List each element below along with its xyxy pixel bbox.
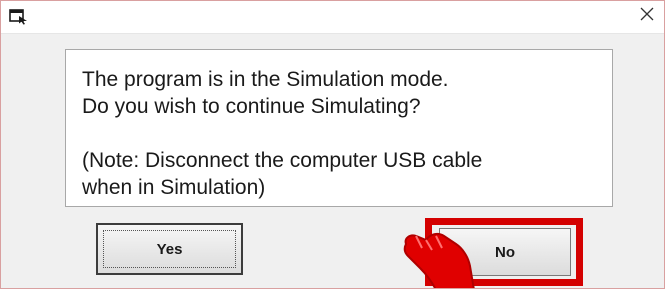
title-bar [1,1,664,34]
window-icon [9,7,29,25]
message-line: The program is in the Simulation mode. [82,68,449,91]
simulation-dialog: The program is in the Simulation mode. D… [0,0,665,289]
close-icon [639,6,655,27]
close-button[interactable] [632,3,662,29]
focus-indicator [103,230,236,268]
pointing-hand-icon [396,214,486,288]
message-text-box: The program is in the Simulation mode. D… [65,49,613,207]
message-line: Do you wish to continue Simulating? [82,95,421,118]
message-note-line: (Note: Disconnect the computer USB cable [82,149,483,172]
no-button-label: No [495,243,515,261]
dialog-body: The program is in the Simulation mode. D… [1,34,664,288]
yes-button[interactable]: Yes [96,223,243,275]
message-note-line: when in Simulation) [82,176,266,199]
